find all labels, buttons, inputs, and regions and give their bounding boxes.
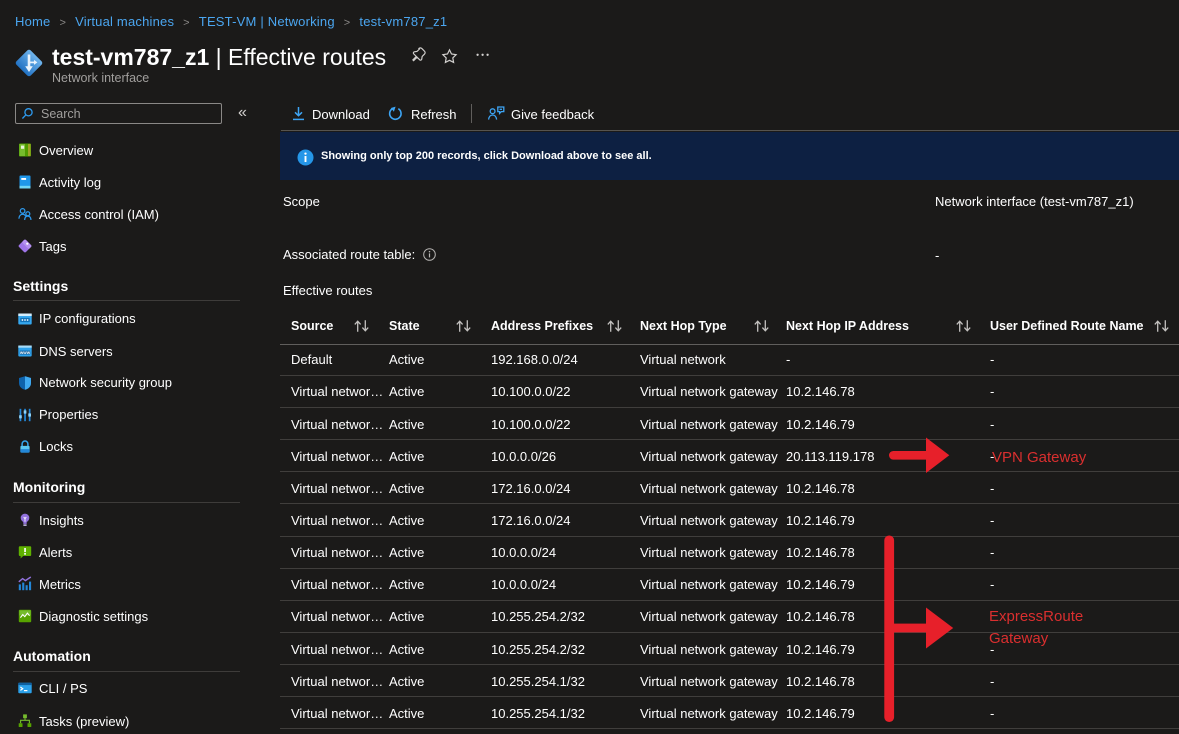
svg-text:WWW: WWW xyxy=(20,351,31,355)
